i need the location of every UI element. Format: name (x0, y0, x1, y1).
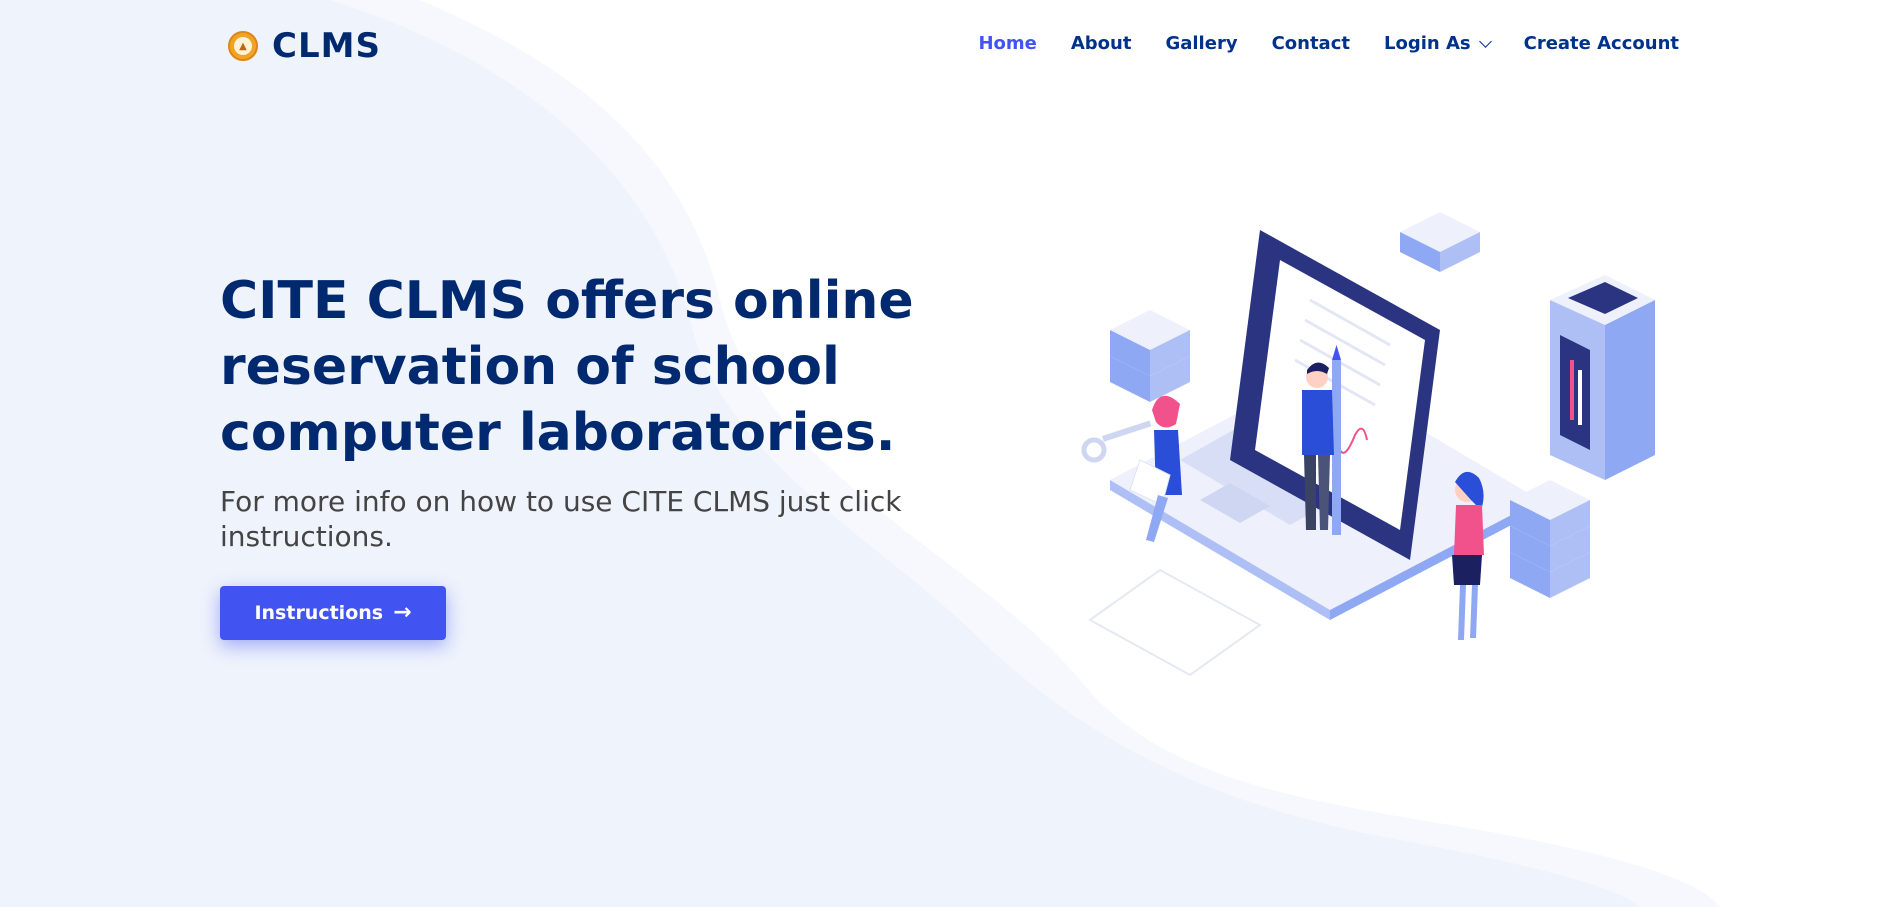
brand-logo-link[interactable]: ▲ CLMS (228, 26, 381, 66)
laptop-team-illustration (1081, 212, 1655, 677)
arrow-right-icon: → (393, 600, 412, 625)
nav-gallery[interactable]: Gallery (1165, 33, 1237, 54)
nav-create-account[interactable]: Create Account (1524, 33, 1679, 54)
hero-subtitle: For more info on how to use CITE CLMS ju… (220, 485, 902, 553)
instructions-button[interactable]: Instructions → (220, 586, 446, 640)
nav-login-as-label: Login As (1383, 33, 1471, 54)
brand-name: CLMS (272, 26, 381, 66)
instructions-button-label: Instructions (254, 602, 384, 624)
main-navigation: Home About Gallery Contact Login As Crea… (944, 33, 1679, 54)
hero-title: CITE CLMS offers online reservation of s… (220, 271, 914, 463)
hero-section: CITE CLMS offers online reservation of s… (220, 268, 920, 554)
clms-logo-icon: ▲ (228, 31, 258, 61)
nav-contact[interactable]: Contact (1272, 33, 1350, 54)
nav-home[interactable]: Home (978, 33, 1036, 54)
site-header: ▲ CLMS Home About Gallery Contact Login … (0, 0, 1899, 92)
chevron-down-icon (1478, 34, 1492, 48)
nav-login-as-dropdown[interactable]: Login As (1383, 33, 1492, 54)
nav-about[interactable]: About (1071, 33, 1132, 54)
